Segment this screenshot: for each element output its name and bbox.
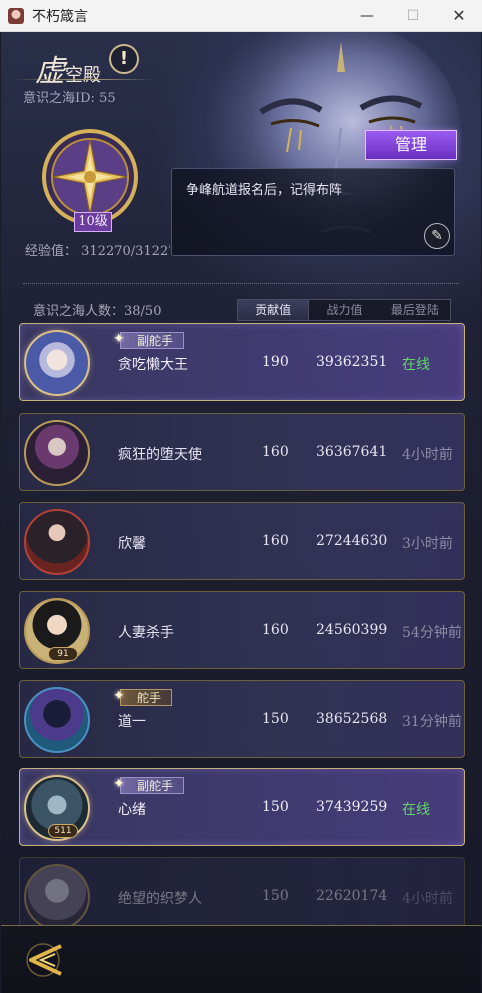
member-row[interactable]: 91 人妻杀手 160 24560399 54分钟前 [19, 591, 465, 669]
member-power: 22620174 [316, 888, 388, 904]
member-status: 3小时前 [402, 536, 453, 552]
manage-button[interactable]: 管理 [365, 130, 457, 160]
avatar [24, 330, 90, 396]
member-row[interactable]: 511 副舵手 心绪 150 37439259 在线 [19, 768, 465, 846]
member-power: 36367641 [316, 444, 388, 460]
member-row[interactable]: 欣馨 160 27244630 3小时前 [19, 502, 465, 580]
guild-exp: 经验值： 312270/3122710 [25, 244, 170, 259]
member-contribution: 150 [262, 711, 289, 727]
member-row[interactable]: 绝望的织梦人 150 22620174 4小时前 [19, 857, 465, 935]
hall-title-small: 空殿 [65, 65, 101, 86]
member-row[interactable]: 副舵手 贪吃懒大王 190 39362351 在线 [19, 323, 465, 401]
role-tag: 舵手 [113, 688, 173, 706]
member-power: 37439259 [316, 799, 388, 815]
member-contribution: 160 [262, 444, 289, 460]
sort-tabs: 贡献值 战力值 最后登陆 [237, 299, 451, 321]
member-status: 在线 [402, 802, 430, 818]
title-divider [15, 79, 155, 80]
member-name: 心绪 [118, 802, 146, 818]
member-contribution: 190 [262, 354, 289, 370]
window-titlebar: 不朽箴言 — ☐ ✕ [0, 0, 482, 32]
member-status: 4小时前 [402, 891, 453, 907]
quill-icon[interactable]: ✎ [424, 223, 450, 249]
role-tag: 副舵手 [113, 776, 185, 794]
member-contribution: 150 [262, 888, 289, 904]
member-row[interactable]: 疯狂的堕天使 160 36367641 4小时前 [19, 413, 465, 491]
app-icon [8, 8, 24, 24]
window-title: 不朽箴言 [32, 9, 88, 25]
member-name: 欣馨 [118, 536, 146, 552]
announcement-panel: 争峰航道报名后，记得布阵 ✎ [171, 168, 455, 256]
member-name: 人妻杀手 [118, 625, 174, 641]
member-status: 54分钟前 [402, 625, 462, 641]
member-name: 贪吃懒大王 [118, 357, 188, 373]
minimize-button[interactable]: — [344, 0, 390, 32]
hall-id: 意识之海ID: 55 [23, 91, 116, 106]
announcement-text: 争峰航道报名后，记得布阵 [186, 183, 343, 198]
tab-contribution[interactable]: 贡献值 [238, 300, 310, 320]
bottom-bar [1, 925, 481, 993]
member-status: 4小时前 [402, 447, 453, 463]
member-contribution: 160 [262, 622, 289, 638]
role-tag: 副舵手 [113, 331, 185, 349]
hall-title: 虚空殿 [35, 46, 101, 90]
maximize-button[interactable]: ☐ [390, 0, 436, 32]
tab-power[interactable]: 战力值 [309, 300, 379, 320]
member-name: 绝望的织梦人 [118, 891, 202, 907]
avatar [24, 509, 90, 575]
members-count: 意识之海人数：38/50 [33, 304, 162, 319]
tab-last-login[interactable]: 最后登陆 [380, 300, 450, 320]
member-contribution: 160 [262, 533, 289, 549]
member-name: 疯狂的堕天使 [118, 447, 202, 463]
exclamation-icon[interactable]: ! [109, 44, 139, 74]
member-contribution: 150 [262, 799, 289, 815]
member-power: 24560399 [316, 622, 388, 638]
avatar [24, 420, 90, 486]
close-button[interactable]: ✕ [436, 0, 482, 32]
avatar-level-badge: 511 [48, 824, 78, 838]
member-status: 在线 [402, 357, 430, 373]
member-status: 31分钟前 [402, 714, 462, 730]
guild-screen: 虚空殿 ! 意识之海ID: 55 10级 经验值： 312270/3122710… [1, 32, 481, 993]
member-power: 38652568 [316, 711, 388, 727]
hall-title-big: 虚 [35, 54, 65, 89]
member-name: 道一 [118, 714, 146, 730]
member-power: 27244630 [316, 533, 388, 549]
avatar [24, 687, 90, 753]
avatar [24, 864, 90, 930]
member-row[interactable]: 舵手 道一 150 38652568 31分钟前 [19, 680, 465, 758]
avatar-level-badge: 91 [48, 647, 78, 661]
guild-level-badge: 10级 [74, 212, 112, 232]
section-divider [23, 283, 459, 284]
back-arrow-icon[interactable] [23, 938, 69, 982]
member-power: 39362351 [316, 354, 388, 370]
